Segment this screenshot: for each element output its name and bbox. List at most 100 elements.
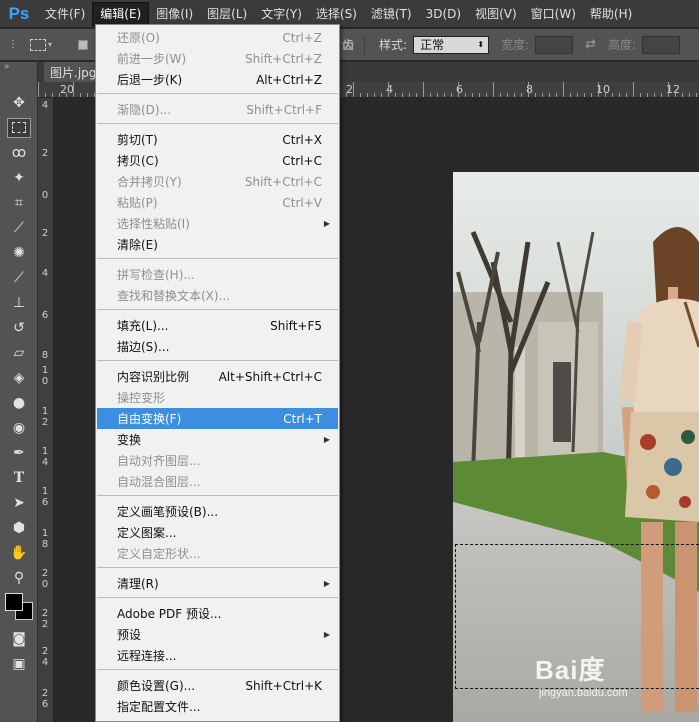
- menu-item-shortcut: Ctrl+Z: [282, 30, 322, 45]
- edit-menu-item[interactable]: 拷贝(C) Ctrl+C: [97, 150, 338, 171]
- divider: [364, 34, 366, 55]
- edit-menu-item[interactable]: 清理(R) ▶: [97, 573, 338, 594]
- menu-image[interactable]: 图像(I): [149, 2, 200, 26]
- edit-menu-item[interactable]: 剪切(T) Ctrl+X: [97, 129, 338, 150]
- edit-menu-item[interactable]: 内容识别比例 Alt+Shift+Ctrl+C: [97, 366, 338, 387]
- rectangular-marquee-preset-icon[interactable]: [30, 38, 46, 51]
- edit-menu-item[interactable]: 粘贴(P) Ctrl+V: [97, 192, 338, 213]
- marquee-tool[interactable]: [0, 115, 38, 140]
- dodge-icon: ◉: [12, 419, 26, 436]
- ruler-tick: [542, 93, 543, 97]
- ruler-label: 4: [41, 268, 49, 279]
- zoom-tool[interactable]: ⚲: [0, 565, 38, 590]
- menu-separator: [97, 495, 338, 496]
- edit-menu-item[interactable]: 定义图案...: [97, 522, 338, 543]
- edit-menu-item[interactable]: 指定配置文件...: [97, 696, 338, 717]
- paint-bucket-tool[interactable]: ◈: [0, 365, 38, 390]
- history-brush-icon: ↺: [13, 319, 25, 336]
- menu-select[interactable]: 选择(S): [309, 2, 364, 26]
- eyedropper-tool[interactable]: ⟋: [0, 215, 38, 240]
- menu-type[interactable]: 文字(Y): [254, 2, 309, 26]
- panel-collapse-icon[interactable]: »: [0, 62, 37, 74]
- swap-icon[interactable]: ⇄: [585, 37, 596, 52]
- ruler-tick: [388, 82, 389, 97]
- edit-menu-item[interactable]: 描边(S)...: [97, 336, 338, 357]
- edit-menu-item[interactable]: 远程连接...: [97, 645, 338, 666]
- menu-separator: [97, 360, 338, 361]
- edit-menu-item[interactable]: 拼写检查(H)...: [97, 264, 338, 285]
- menu-view[interactable]: 视图(V): [468, 2, 524, 26]
- type-tool[interactable]: T: [0, 465, 38, 490]
- edit-menu-item[interactable]: 后退一步(K) Alt+Ctrl+Z: [97, 69, 338, 90]
- ruler-label: 20: [60, 83, 74, 96]
- menu-item-label: 远程连接...: [117, 649, 177, 663]
- ruler-tick: [696, 93, 697, 97]
- menu-item-label: 合并拷贝(Y): [117, 175, 182, 189]
- menu-file[interactable]: 文件(F): [38, 2, 92, 26]
- menu-layer[interactable]: 图层(L): [200, 2, 254, 26]
- edit-menu-item[interactable]: Adobe PDF 预设...: [97, 603, 338, 624]
- ruler-tick: [430, 93, 431, 97]
- menu-3d[interactable]: 3D(D): [419, 2, 468, 26]
- menu-filter[interactable]: 滤镜(T): [364, 2, 419, 26]
- path-selection-tool[interactable]: ➤: [0, 490, 38, 515]
- antialias-label-partial: 齿: [342, 38, 355, 52]
- edit-menu-item[interactable]: 预设 ▶: [97, 624, 338, 645]
- brush-tool[interactable]: ⟋: [0, 265, 38, 290]
- blur-tool[interactable]: ●: [0, 390, 38, 415]
- edit-menu-item[interactable]: 操控变形: [97, 387, 338, 408]
- color-swatches[interactable]: [0, 590, 37, 626]
- quick-mask-button[interactable]: ◙: [0, 626, 38, 651]
- foreground-color-swatch[interactable]: [5, 593, 23, 611]
- ruler-label: 1 8: [41, 528, 49, 550]
- height-field[interactable]: [642, 35, 681, 54]
- edit-menu-item[interactable]: 填充(L)... Shift+F5: [97, 315, 338, 336]
- ruler-label: 0: [41, 190, 49, 201]
- hand-tool[interactable]: ✋: [0, 540, 38, 565]
- edit-menu-item[interactable]: 前进一步(W) Shift+Ctrl+Z: [97, 48, 338, 69]
- lasso-tool[interactable]: ꝏ: [0, 140, 38, 165]
- style-select[interactable]: 正常 ⬍: [413, 35, 490, 54]
- shape-tool[interactable]: ⬢: [0, 515, 38, 540]
- crop-tool[interactable]: ⌗: [0, 190, 38, 215]
- menu-edit[interactable]: 编辑(E): [92, 1, 150, 26]
- document-tab-title: 图片.jpg: [50, 65, 97, 80]
- ruler-label: 6: [41, 310, 49, 321]
- ruler-tick: [682, 93, 683, 97]
- ruler-tick: [346, 93, 347, 97]
- edit-menu-item[interactable]: 自动混合图层...: [97, 471, 338, 492]
- edit-menu-item[interactable]: 渐隐(D)... Shift+Ctrl+F: [97, 99, 338, 120]
- magic-wand-tool[interactable]: ✦: [0, 165, 38, 190]
- edit-menu-item[interactable]: 变换 ▶: [97, 429, 338, 450]
- edit-menu-item[interactable]: 查找和替换文本(X)...: [97, 285, 338, 306]
- menu-item-label: 还原(O): [117, 31, 160, 45]
- edit-menu-item[interactable]: 自动对齐图层...: [97, 450, 338, 471]
- updown-icon: ⬍: [477, 40, 485, 49]
- edit-menu-item[interactable]: 合并拷贝(Y) Shift+Ctrl+C: [97, 171, 338, 192]
- pen-tool[interactable]: ✒: [0, 440, 38, 465]
- dodge-tool[interactable]: ◉: [0, 415, 38, 440]
- edit-menu-item[interactable]: 定义画笔预设(B)...: [97, 501, 338, 522]
- clone-stamp-tool[interactable]: ⊥: [0, 290, 38, 315]
- edit-menu-item[interactable]: 定义自定形状...: [97, 543, 338, 564]
- edit-menu-item[interactable]: 自由变换(F) Ctrl+T: [97, 408, 338, 429]
- chevron-down-icon[interactable]: ▾: [48, 40, 56, 49]
- hexagon-icon: ⬢: [12, 519, 26, 536]
- screen-mode-button[interactable]: ▣: [0, 651, 38, 676]
- move-tool[interactable]: ✥: [0, 90, 38, 115]
- edit-menu-item[interactable]: 还原(O) Ctrl+Z: [97, 27, 338, 48]
- history-brush-tool[interactable]: ↺: [0, 315, 38, 340]
- eraser-tool[interactable]: ▱: [0, 340, 38, 365]
- healing-brush-tool[interactable]: ✺: [0, 240, 38, 265]
- ruler-tick: [563, 82, 564, 97]
- width-field[interactable]: [535, 35, 574, 54]
- new-selection-icon[interactable]: [78, 39, 88, 50]
- menu-item-label: 自动混合图层...: [117, 475, 201, 489]
- edit-menu-item[interactable]: 清除(E): [97, 234, 338, 255]
- submenu-arrow-icon: ▶: [323, 579, 330, 588]
- edit-menu-item[interactable]: 选择性粘贴(I) ▶: [97, 213, 338, 234]
- edit-menu-item[interactable]: 颜色设置(G)... Shift+Ctrl+K: [97, 675, 338, 696]
- menu-window[interactable]: 窗口(W): [524, 2, 583, 26]
- menu-help[interactable]: 帮助(H): [583, 2, 639, 26]
- menu-item-label: 预设: [117, 628, 142, 642]
